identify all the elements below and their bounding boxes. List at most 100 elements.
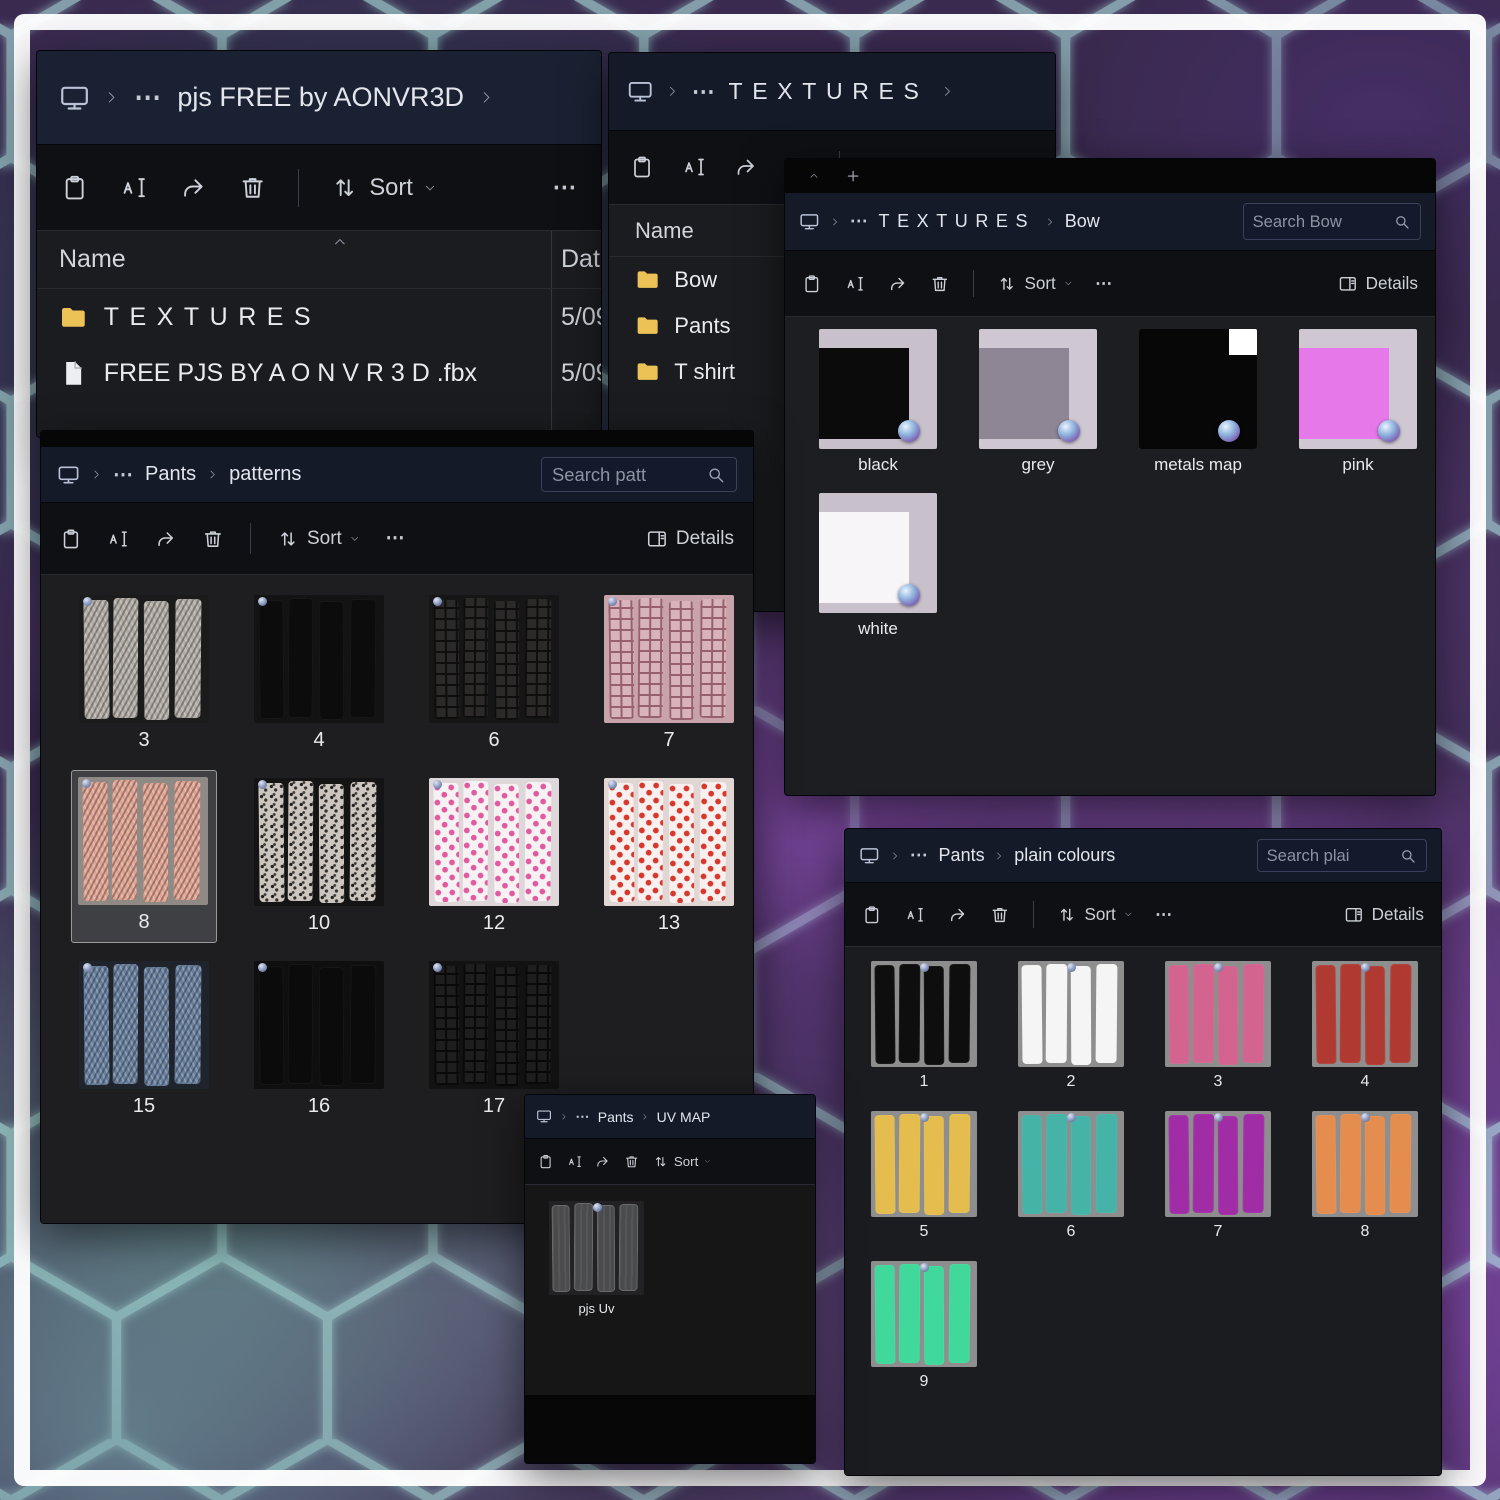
file-item[interactable]: 9 [871, 1261, 977, 1391]
file-row[interactable]: TEXTURES 5/09 [37, 289, 601, 345]
chevron-right-icon[interactable] [941, 85, 954, 98]
breadcrumb-overflow[interactable]: ⋯ [850, 211, 869, 232]
breadcrumb-folder[interactable]: TEXTURES [879, 211, 1036, 232]
breadcrumb-overflow[interactable]: ⋯ [910, 845, 929, 866]
file-item[interactable]: 4 [1312, 961, 1418, 1091]
file-item[interactable]: 12 [429, 778, 559, 935]
breadcrumb-overflow[interactable]: ⋯ [113, 462, 134, 487]
breadcrumb-overflow[interactable]: ⋯ [575, 1108, 590, 1125]
file-item[interactable]: pink [1299, 329, 1417, 475]
search-icon[interactable] [1393, 213, 1411, 231]
file-item[interactable]: 3 [79, 595, 209, 752]
file-item[interactable]: 5 [871, 1111, 977, 1241]
rename-icon[interactable] [567, 1154, 582, 1169]
breadcrumb-overflow[interactable]: ⋯ [692, 78, 716, 105]
chevron-right-icon[interactable] [890, 851, 900, 861]
file-item[interactable]: grey [979, 329, 1097, 475]
file-item[interactable]: pjs Uv [549, 1201, 644, 1316]
search-input[interactable] [552, 463, 698, 486]
file-item[interactable]: 6 [429, 595, 559, 752]
rename-icon[interactable] [120, 174, 147, 201]
name-column-header[interactable]: Name [635, 218, 694, 244]
file-item[interactable]: white [819, 493, 937, 639]
rename-icon[interactable] [905, 905, 925, 925]
delete-icon[interactable] [624, 1154, 639, 1169]
date-column-header[interactable]: Dat [561, 245, 600, 274]
breadcrumb-current-folder[interactable]: Bow [1065, 211, 1100, 232]
file-item[interactable]: 3 [1165, 961, 1271, 1091]
paste-icon[interactable] [538, 1154, 553, 1169]
file-item[interactable]: 2 [1018, 961, 1124, 1091]
chevron-right-icon[interactable] [104, 90, 119, 105]
sort-button[interactable]: Sort [653, 1154, 711, 1169]
file-item[interactable]: 13 [604, 778, 734, 935]
chevron-right-icon[interactable] [666, 85, 679, 98]
paste-icon[interactable] [862, 905, 882, 925]
paste-icon[interactable] [802, 274, 822, 294]
chevron-right-icon[interactable] [560, 1113, 568, 1121]
details-button[interactable]: Details [1338, 274, 1418, 294]
rename-icon[interactable] [682, 155, 706, 179]
chevron-right-icon[interactable] [994, 851, 1004, 861]
details-button[interactable]: Details [646, 528, 734, 550]
search-box[interactable] [1242, 203, 1421, 240]
share-icon[interactable] [155, 528, 177, 550]
delete-icon[interactable] [239, 174, 266, 201]
file-item[interactable]: 1 [871, 961, 977, 1091]
breadcrumb-folder[interactable]: Pants [598, 1109, 634, 1125]
breadcrumb-overflow[interactable]: ⋯ [134, 82, 162, 113]
search-box[interactable] [1256, 838, 1427, 873]
share-icon[interactable] [734, 155, 758, 179]
breadcrumb-current-folder[interactable]: plain colours [1014, 845, 1115, 866]
file-item[interactable]: 6 [1018, 1111, 1124, 1241]
share-icon[interactable] [948, 905, 968, 925]
search-box[interactable] [541, 456, 737, 493]
file-item[interactable]: 15 [79, 961, 209, 1118]
chevron-up-icon[interactable] [809, 171, 819, 181]
rename-icon[interactable] [107, 528, 129, 550]
file-item[interactable]: 7 [1165, 1111, 1271, 1241]
breadcrumb-current-folder[interactable]: UV MAP [657, 1109, 711, 1125]
new-tab-icon[interactable] [845, 168, 861, 184]
file-item[interactable]: 8 [72, 771, 216, 942]
toolbar-overflow[interactable]: ⋯ [386, 527, 406, 550]
share-icon[interactable] [888, 274, 908, 294]
delete-icon[interactable] [990, 905, 1010, 925]
breadcrumb-current-folder[interactable]: patterns [229, 463, 301, 486]
search-icon[interactable] [1399, 847, 1417, 865]
toolbar-overflow[interactable]: ⋯ [552, 173, 577, 202]
rename-icon[interactable] [845, 274, 865, 294]
search-icon[interactable] [706, 465, 726, 485]
toolbar-overflow[interactable]: ⋯ [1095, 274, 1113, 294]
chevron-right-icon[interactable] [207, 469, 218, 480]
toolbar-overflow[interactable]: ⋯ [1155, 905, 1173, 925]
breadcrumb-folder[interactable]: Pants [939, 845, 985, 866]
breadcrumb-folder[interactable]: Pants [145, 463, 196, 486]
delete-icon[interactable] [202, 528, 224, 550]
paste-icon[interactable] [630, 155, 654, 179]
sort-button[interactable]: Sort [997, 274, 1072, 294]
paste-icon[interactable] [61, 174, 88, 201]
chevron-right-icon[interactable] [91, 469, 102, 480]
file-item[interactable]: 8 [1312, 1111, 1418, 1241]
chevron-right-icon[interactable] [830, 217, 840, 227]
file-item[interactable]: black [819, 329, 937, 475]
sort-button[interactable]: Sort [331, 174, 435, 202]
search-input[interactable] [1266, 845, 1392, 866]
details-button[interactable]: Details [1344, 905, 1424, 925]
file-item[interactable]: 16 [254, 961, 384, 1118]
file-item[interactable]: 10 [254, 778, 384, 935]
breadcrumb-current-folder[interactable]: pjs FREE by AONVR3D [177, 82, 464, 113]
share-icon[interactable] [595, 1154, 610, 1169]
file-item[interactable]: 4 [254, 595, 384, 752]
name-column-header[interactable]: Name [59, 245, 126, 274]
chevron-right-icon[interactable] [479, 90, 494, 105]
chevron-right-icon[interactable] [641, 1113, 649, 1121]
sort-button[interactable]: Sort [277, 528, 360, 550]
file-item[interactable]: metals map [1139, 329, 1257, 475]
sort-button[interactable]: Sort [1057, 905, 1132, 925]
file-item[interactable]: 7 [604, 595, 734, 752]
search-input[interactable] [1252, 211, 1386, 232]
file-row[interactable]: FREE PJS BY A O N V R 3 D .fbx 5/09 [37, 345, 601, 401]
share-icon[interactable] [180, 174, 207, 201]
